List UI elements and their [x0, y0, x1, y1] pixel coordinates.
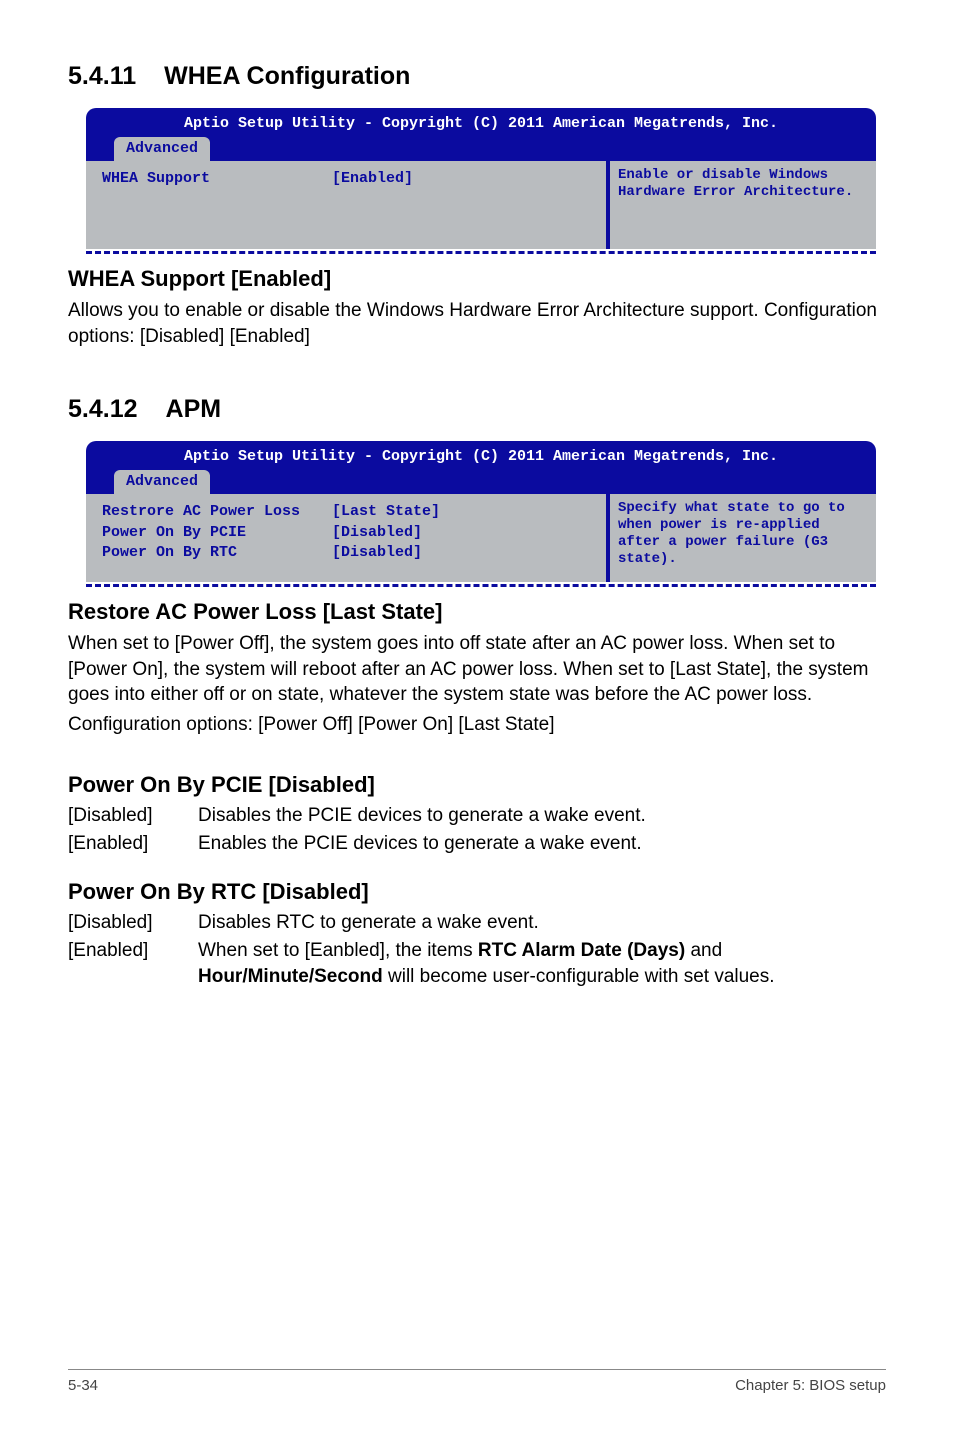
bios-row-label: Power On By PCIE	[102, 523, 332, 543]
option-bold: RTC Alarm Date (Days)	[478, 940, 685, 961]
paragraph: When set to [Power Off], the system goes…	[68, 631, 886, 708]
bios-row-value: [Last State]	[332, 502, 440, 522]
bios-row: Restrore AC Power Loss [Last State]	[102, 502, 596, 522]
bios-tab-row: Advanced	[86, 134, 876, 161]
subheading-power-rtc: Power On By RTC [Disabled]	[68, 877, 886, 907]
bios-box: Aptio Setup Utility - Copyright (C) 2011…	[86, 441, 876, 583]
option-row: [Enabled] When set to [Eanbled], the ite…	[68, 938, 886, 989]
option-bold: Hour/Minute/Second	[198, 966, 383, 987]
bios-tab-advanced: Advanced	[114, 470, 210, 494]
option-row: [Disabled] Disables the PCIE devices to …	[68, 803, 886, 829]
bios-row-label: Power On By RTC	[102, 543, 332, 563]
bios-panel-2: Aptio Setup Utility - Copyright (C) 2011…	[86, 441, 886, 583]
option-row: [Disabled] Disables RTC to generate a wa…	[68, 910, 886, 936]
paragraph: Allows you to enable or disable the Wind…	[68, 298, 886, 349]
section-title-2: APM	[166, 395, 222, 423]
bios-dash-separator	[86, 251, 876, 254]
option-row: [Enabled] Enables the PCIE devices to ge…	[68, 831, 886, 857]
section-number-2: 5.4.12	[68, 393, 138, 427]
bios-left-pane: Restrore AC Power Loss [Last State] Powe…	[86, 494, 606, 582]
bios-body: Restrore AC Power Loss [Last State] Powe…	[86, 494, 876, 582]
page-footer: 5-34 Chapter 5: BIOS setup	[68, 1369, 886, 1396]
option-key: [Enabled]	[68, 831, 198, 857]
bios-help-pane: Enable or disable Windows Hardware Error…	[606, 161, 876, 249]
section-title-1: WHEA Configuration	[164, 62, 410, 90]
option-text: and	[685, 940, 722, 961]
bios-header: Aptio Setup Utility - Copyright (C) 2011…	[86, 441, 876, 467]
option-key: [Enabled]	[68, 938, 198, 989]
bios-help-pane: Specify what state to go to when power i…	[606, 494, 876, 582]
option-text: will become user-configurable with set v…	[383, 966, 775, 987]
bios-row: Power On By PCIE [Disabled]	[102, 523, 596, 543]
page-number: 5-34	[68, 1376, 98, 1396]
paragraph: Configuration options: [Power Off] [Powe…	[68, 712, 886, 738]
bios-row-value: [Disabled]	[332, 543, 422, 563]
bios-dash-separator	[86, 584, 876, 587]
section-heading-1: 5.4.11 WHEA Configuration	[68, 60, 886, 94]
section-heading-2: 5.4.12 APM	[68, 393, 886, 427]
bios-row: WHEA Support [Enabled]	[102, 169, 596, 189]
bios-row-label: Restrore AC Power Loss	[102, 502, 332, 522]
option-value: When set to [Eanbled], the items RTC Ala…	[198, 938, 886, 989]
option-value: Disables RTC to generate a wake event.	[198, 910, 886, 936]
bios-row: Power On By RTC [Disabled]	[102, 543, 596, 563]
subheading-restore-ac: Restore AC Power Loss [Last State]	[68, 597, 886, 627]
option-value: Disables the PCIE devices to generate a …	[198, 803, 886, 829]
option-value: Enables the PCIE devices to generate a w…	[198, 831, 886, 857]
section-number-1: 5.4.11	[68, 60, 136, 94]
option-key: [Disabled]	[68, 910, 198, 936]
bios-row-value: [Enabled]	[332, 169, 413, 189]
option-key: [Disabled]	[68, 803, 198, 829]
subheading-power-pcie: Power On By PCIE [Disabled]	[68, 770, 886, 800]
bios-header: Aptio Setup Utility - Copyright (C) 2011…	[86, 108, 876, 134]
bios-left-pane: WHEA Support [Enabled]	[86, 161, 606, 249]
bios-panel-1: Aptio Setup Utility - Copyright (C) 2011…	[86, 108, 886, 250]
bios-body: WHEA Support [Enabled] Enable or disable…	[86, 161, 876, 249]
bios-tab-row: Advanced	[86, 467, 876, 494]
option-text: When set to [Eanbled], the items	[198, 940, 478, 961]
bios-row-value: [Disabled]	[332, 523, 422, 543]
chapter-label: Chapter 5: BIOS setup	[735, 1376, 886, 1396]
bios-row-label: WHEA Support	[102, 169, 332, 189]
subheading-whea-support: WHEA Support [Enabled]	[68, 264, 886, 294]
bios-tab-advanced: Advanced	[114, 137, 210, 161]
bios-box: Aptio Setup Utility - Copyright (C) 2011…	[86, 108, 876, 250]
